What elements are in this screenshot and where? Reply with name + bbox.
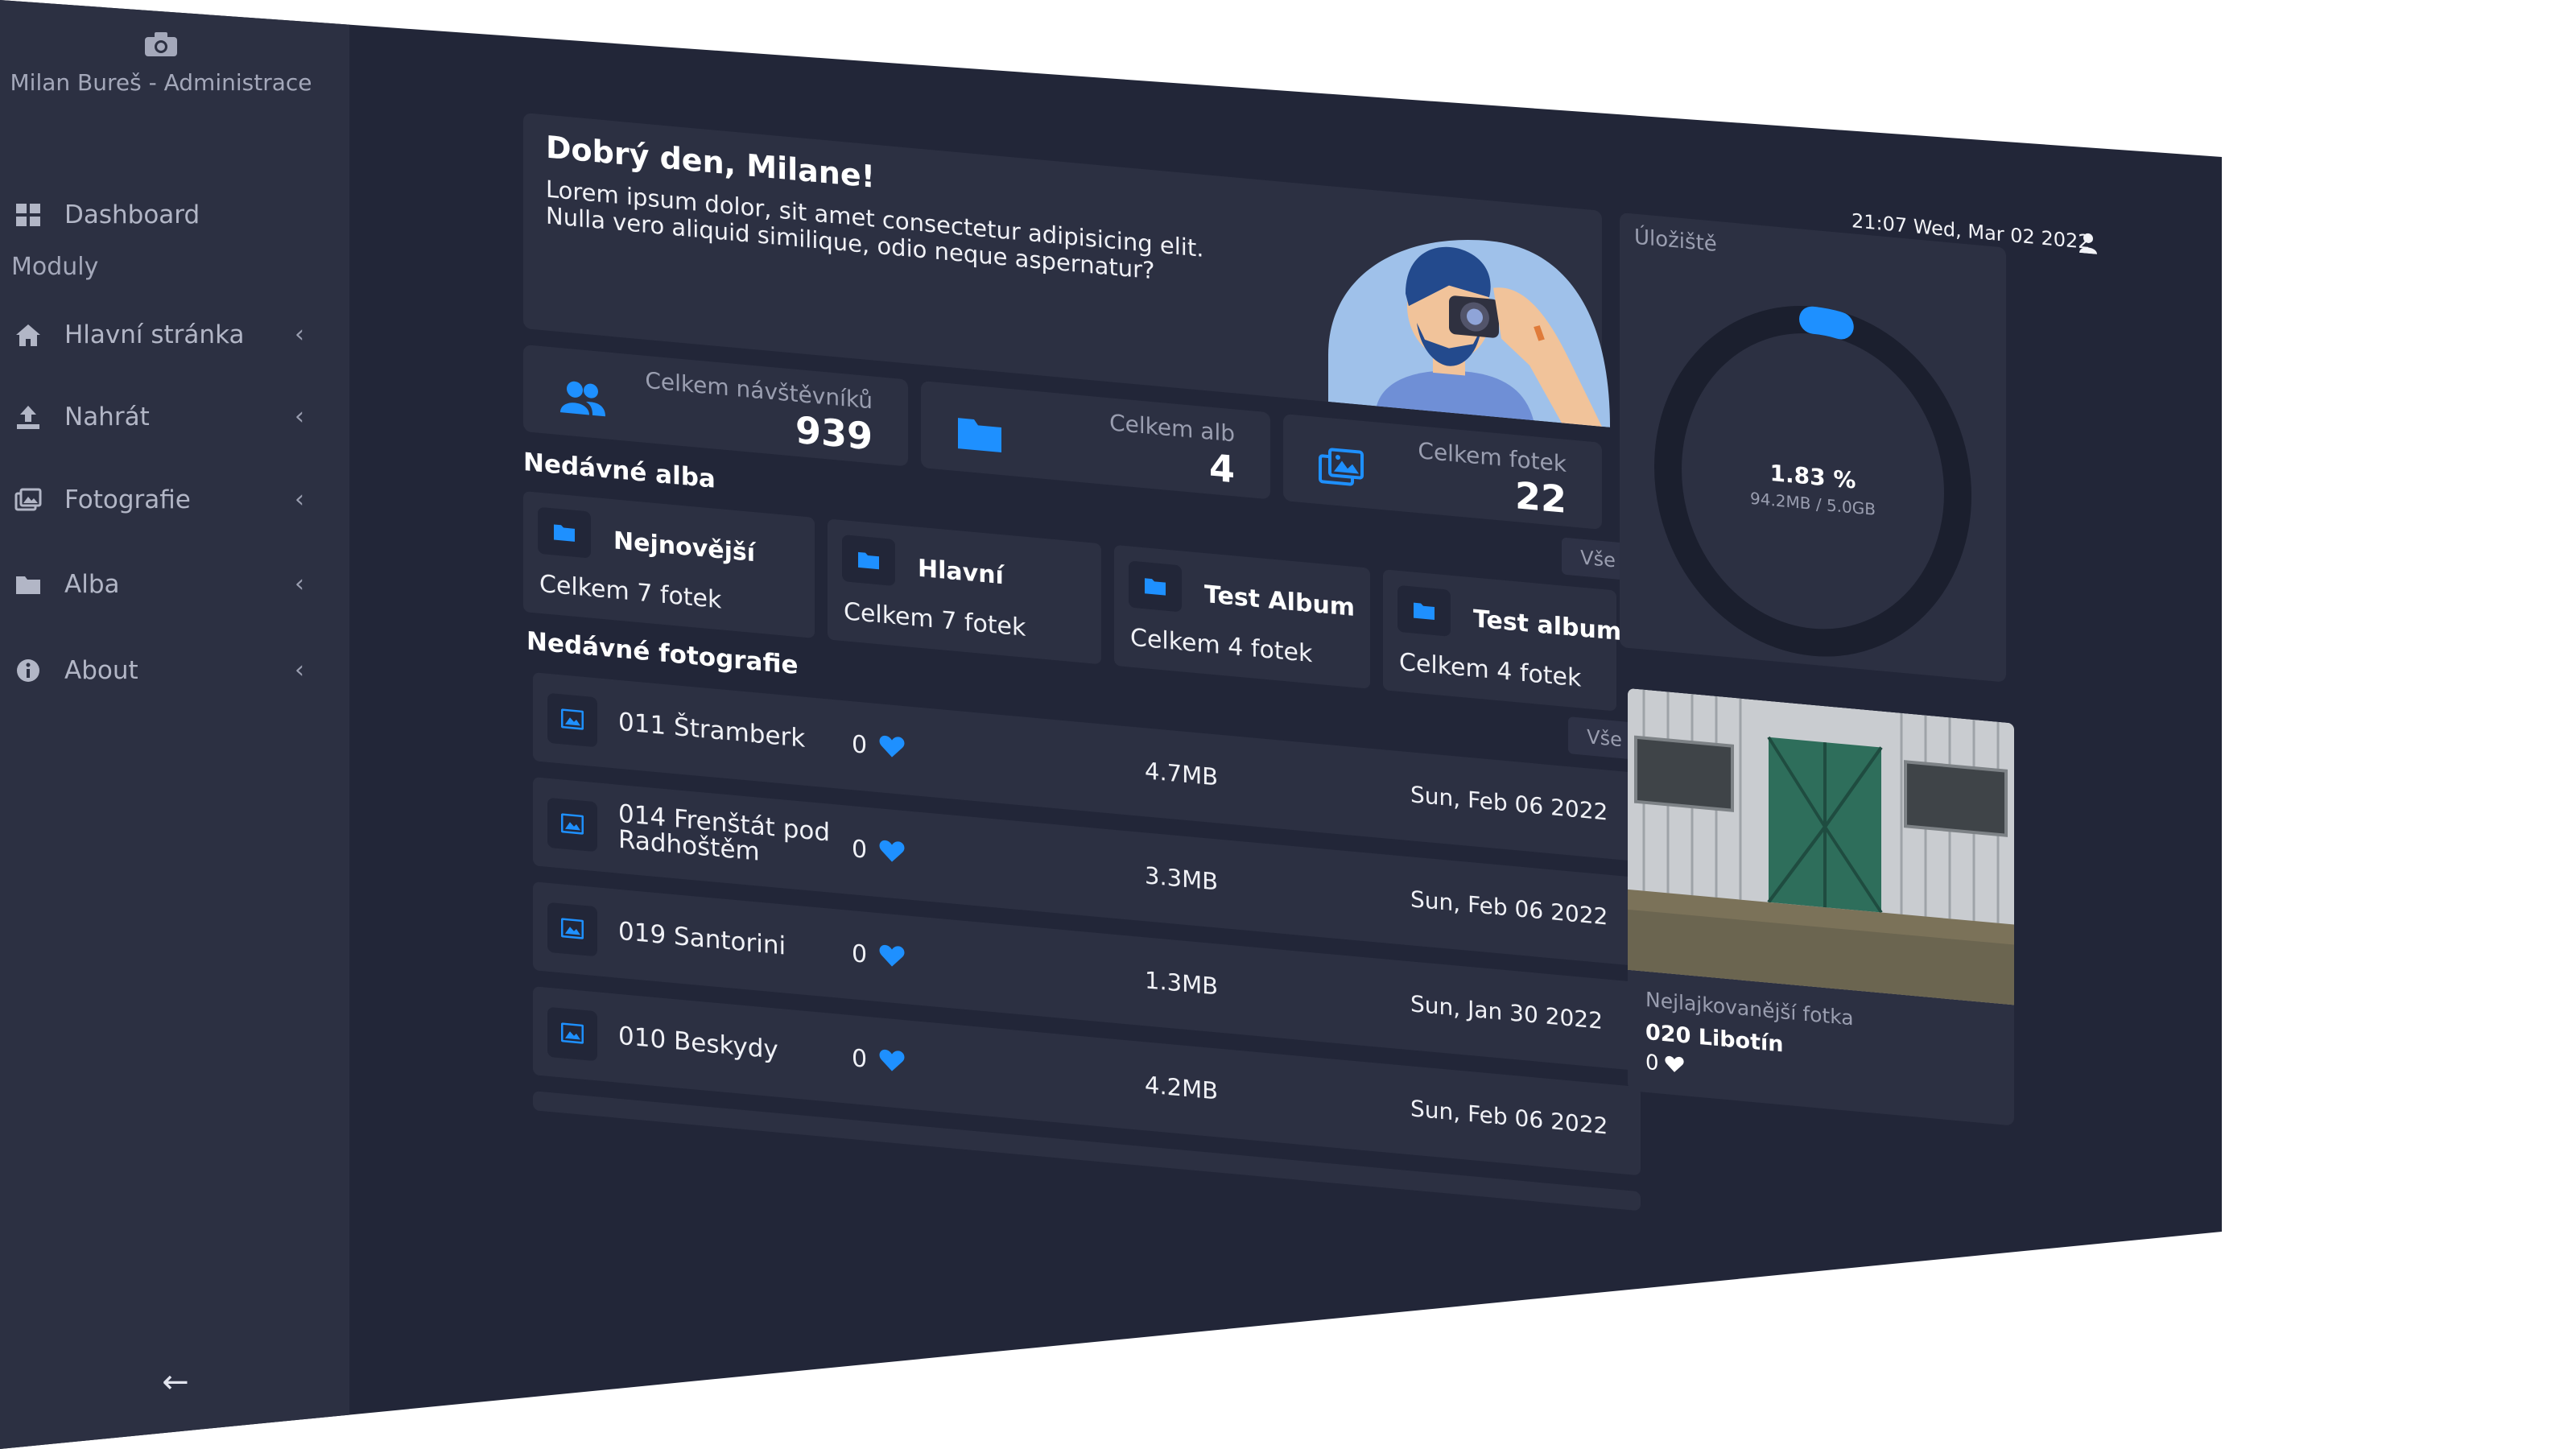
- sidebar-item-label: About: [64, 656, 138, 685]
- photo-likes: 0: [852, 730, 868, 760]
- heart-icon[interactable]: [879, 943, 905, 968]
- user-icon[interactable]: [2079, 232, 2098, 254]
- photographer-illustration: [1328, 240, 1610, 427]
- images-icon: [1319, 448, 1364, 486]
- photo-size: 1.3MB: [1145, 966, 1219, 1001]
- photo-name: 011 Štramberk: [618, 707, 806, 753]
- sidebar-user-name: Milan Bureš - Administrace: [10, 69, 312, 96]
- heart-icon[interactable]: [879, 1048, 905, 1073]
- sidebar-item-about[interactable]: About ‹: [0, 646, 322, 695]
- sidebar-item-upload[interactable]: Nahrát ‹: [0, 393, 322, 441]
- folder-icon: [958, 418, 1001, 453]
- sidebar-item-dashboard[interactable]: Dashboard: [0, 191, 322, 239]
- dashboard-icon: [16, 204, 40, 226]
- album-name: Hlavní: [918, 554, 1004, 591]
- arrow-left-icon: ←: [162, 1364, 189, 1401]
- album-card[interactable]: Test Album Celkem 4 fotek: [1114, 544, 1370, 689]
- storage-panel: Úložiště 1.83 % 94.2MB / 5.0GB: [1620, 212, 2006, 683]
- storage-title: Úložiště: [1634, 225, 1717, 257]
- photo-date: Sun, Feb 06 2022: [1410, 886, 1608, 931]
- collapse-sidebar-button[interactable]: ←: [158, 1364, 193, 1400]
- sidebar-item-photos[interactable]: Fotografie ‹: [0, 476, 322, 524]
- photo-size: 4.2MB: [1145, 1071, 1219, 1105]
- folder-icon: [1397, 584, 1451, 637]
- photo-date: Sun, Jan 30 2022: [1410, 990, 1603, 1035]
- sidebar-item-home[interactable]: Hlavní stránka ‹: [0, 311, 322, 359]
- stat-label: Celkem alb: [1109, 409, 1235, 448]
- album-count: Celkem 4 fotek: [1130, 623, 1313, 669]
- photos-icon: [14, 488, 42, 511]
- image-icon: [547, 902, 597, 957]
- stat-card-albums: Celkem alb 4: [921, 380, 1270, 500]
- album-count: Celkem 4 fotek: [1399, 648, 1582, 693]
- album-count: Celkem 7 fotek: [844, 597, 1026, 642]
- stat-value: 22: [1514, 473, 1567, 522]
- album-name: Test Album: [1204, 580, 1356, 623]
- sidebar-item-label: Fotografie: [64, 485, 191, 514]
- image-icon: [547, 692, 597, 748]
- image-icon: [547, 797, 597, 852]
- greeting-text: Lorem ipsum dolor, sit amet consectetur …: [546, 175, 1204, 285]
- photo-size: 4.7MB: [1145, 757, 1219, 791]
- upload-icon: [17, 406, 39, 429]
- stat-value: 939: [795, 407, 873, 459]
- folder-icon: [16, 576, 40, 594]
- sidebar-item-label: Hlavní stránka: [64, 320, 245, 349]
- recent-photos-title: Nedávné fotografie: [526, 626, 799, 681]
- home-icon: [16, 324, 40, 346]
- chevron-left-icon: ‹: [295, 656, 304, 684]
- sidebar-brand: Milan Bureš - Administrace: [0, 31, 322, 96]
- photo-likes: 0: [852, 939, 868, 969]
- photo-likes: 0: [852, 835, 868, 865]
- top-photo-image[interactable]: [1628, 687, 2014, 1005]
- stat-card-photos: Celkem fotek 22: [1283, 413, 1602, 530]
- sidebar-section-label: Moduly: [11, 253, 99, 281]
- album-card[interactable]: Nejnovější Celkem 7 fotek: [523, 491, 815, 638]
- app-window: Milan Bureš - Administrace Dashboard Mod…: [0, 0, 2222, 1449]
- recent-albums-title: Nedávné alba: [523, 448, 716, 494]
- top-photo-name: 020 Libotín: [1645, 1019, 1784, 1058]
- heart-icon[interactable]: [879, 734, 905, 759]
- users-icon: [560, 381, 605, 417]
- sidebar-item-label: Nahrát: [64, 402, 150, 431]
- photo-date: Sun, Feb 06 2022: [1410, 781, 1608, 826]
- photo-name: 010 Beskydy: [618, 1021, 778, 1065]
- album-card[interactable]: Test album 2 Celkem 4 fotek: [1383, 569, 1646, 712]
- album-count: Celkem 7 fotek: [539, 569, 722, 615]
- stat-card-visitors: Celkem návštěvníků 939: [523, 345, 908, 467]
- chevron-left-icon: ‹: [295, 320, 304, 349]
- sidebar-item-label: Dashboard: [64, 200, 200, 229]
- folder-icon: [1129, 560, 1182, 613]
- photo-name: 019 Santorini: [618, 916, 786, 961]
- chevron-left-icon: ‹: [295, 485, 304, 514]
- stat-label: Celkem fotek: [1418, 437, 1567, 477]
- sidebar-item-albums[interactable]: Alba ‹: [0, 560, 322, 609]
- photo-name: 014 Frenštát pod Radhoštěm: [618, 799, 831, 867]
- folder-icon: [538, 506, 591, 559]
- photo-date: Sun, Feb 06 2022: [1410, 1095, 1608, 1140]
- stat-value: 4: [1208, 445, 1235, 492]
- stat-label: Celkem návštěvníků: [645, 366, 873, 415]
- barn-photo: [1628, 687, 2014, 1005]
- top-photo-likes: 0: [1645, 1050, 1659, 1076]
- screenshot-scene: Milan Bureš - Administrace Dashboard Mod…: [0, 0, 2576, 1449]
- album-card[interactable]: Hlavní Celkem 7 fotek: [828, 518, 1101, 665]
- storage-used-arc: [1799, 306, 1854, 340]
- info-icon: [17, 659, 39, 682]
- sidebar: Milan Bureš - Administrace Dashboard Mod…: [0, 0, 349, 1449]
- image-icon: [547, 1006, 597, 1062]
- photo-size: 3.3MB: [1145, 861, 1219, 896]
- photo-likes: 0: [852, 1044, 868, 1074]
- heart-icon[interactable]: [879, 839, 905, 864]
- folder-icon: [842, 535, 895, 587]
- sidebar-item-label: Alba: [64, 570, 120, 599]
- chevron-left-icon: ‹: [295, 402, 304, 431]
- main-content: 21:07 Wed, Mar 02 2022 Dobrý den, Milane…: [523, 89, 2133, 1394]
- album-name: Nejnovější: [613, 526, 756, 568]
- heart-icon[interactable]: [1665, 1055, 1684, 1074]
- top-photo-card[interactable]: Nejlajkovanější fotka 020 Libotín 0: [1628, 687, 2014, 1126]
- camera-icon: [145, 32, 177, 56]
- chevron-left-icon: ‹: [295, 570, 304, 598]
